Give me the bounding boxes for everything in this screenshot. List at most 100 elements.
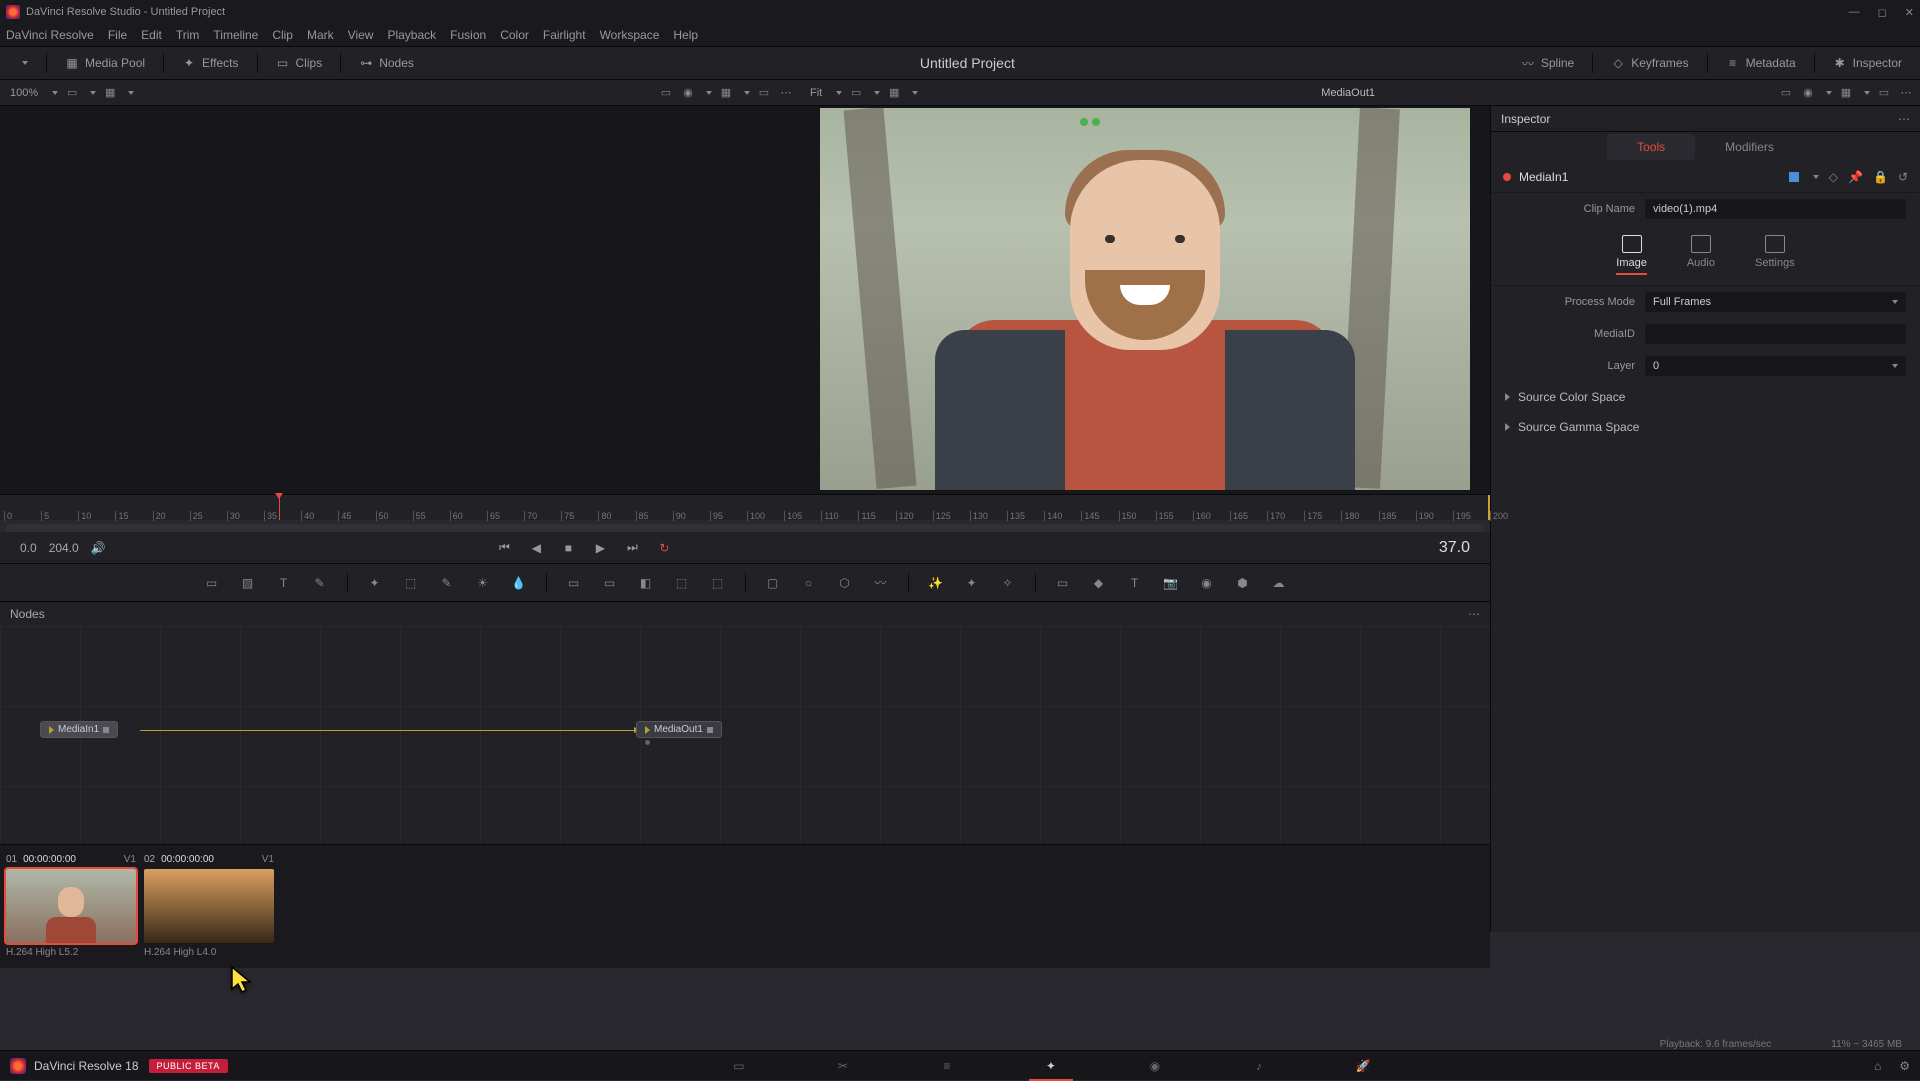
bspline-mask-icon[interactable]: 〰	[872, 574, 890, 592]
inspector-button[interactable]: ✱Inspector	[1823, 52, 1912, 74]
step-back-button[interactable]: ◀	[525, 537, 547, 559]
viewer-right-zoom[interactable]: Fit	[806, 85, 826, 101]
go-last-button[interactable]: ⏭	[621, 537, 643, 559]
end-marker[interactable]	[1488, 495, 1490, 520]
tab-tools[interactable]: Tools	[1607, 134, 1695, 160]
loop-button[interactable]: ↻	[653, 537, 675, 559]
inspector-options-icon[interactable]: ⋯	[1898, 112, 1910, 126]
menu-davinci[interactable]: DaVinci Resolve	[6, 28, 94, 42]
menu-edit[interactable]: Edit	[141, 28, 162, 42]
viewer-right-view-icon[interactable]: ▦	[1838, 85, 1854, 101]
text-tool-icon[interactable]: T	[275, 574, 293, 592]
menu-clip[interactable]: Clip	[272, 28, 293, 42]
viewer-left-grid-icon[interactable]: ▦	[102, 85, 118, 101]
viewer-left-option-icon[interactable]: ▭	[64, 85, 80, 101]
camera-tracker-icon[interactable]: ✎	[438, 574, 456, 592]
node-mediaout1[interactable]: MediaOut1	[636, 721, 722, 738]
menu-file[interactable]: File	[108, 28, 127, 42]
node-output-port-icon[interactable]	[103, 727, 109, 733]
version-icon[interactable]	[1789, 172, 1799, 182]
pin-icon[interactable]: 📌	[1848, 170, 1863, 184]
viewer-left[interactable]	[0, 106, 800, 494]
ellipse-mask-icon[interactable]: ○	[800, 574, 818, 592]
page-color[interactable]: ◉	[1143, 1056, 1167, 1076]
home-icon[interactable]: ⌂	[1874, 1059, 1881, 1073]
source-color-space-toggle[interactable]: Source Color Space	[1491, 382, 1920, 412]
maximize-button[interactable]: ◻	[1878, 6, 1887, 19]
inspector-node-header[interactable]: MediaIn1 ◇ 📌 🔒 ↺	[1491, 162, 1920, 193]
dropdown-button[interactable]	[8, 57, 38, 69]
nodes-graph[interactable]: MediaIn1 MediaOut1	[0, 626, 1490, 844]
blur-tool-icon[interactable]: 💧	[510, 574, 528, 592]
reset-icon[interactable]: ↺	[1898, 170, 1908, 184]
viewer-right-color-icon[interactable]: ◉	[1800, 85, 1816, 101]
resize-tool-icon[interactable]: ⬚	[709, 574, 727, 592]
planar-tool-icon[interactable]: ⬚	[402, 574, 420, 592]
rectangle-mask-icon[interactable]: ▢	[764, 574, 782, 592]
3d-light-tool-icon[interactable]: ◉	[1198, 574, 1216, 592]
brightness-tool-icon[interactable]: ☀	[474, 574, 492, 592]
layer-select[interactable]: 0	[1645, 356, 1906, 376]
clip-item[interactable]: 02 00:00:00:00 V1 H.264 High L4.0	[144, 851, 274, 962]
node-connection[interactable]	[140, 730, 638, 731]
minimize-button[interactable]: —	[1849, 6, 1860, 19]
metadata-button[interactable]: ≡Metadata	[1716, 52, 1806, 74]
matte-tool-icon[interactable]: ◧	[637, 574, 655, 592]
timeline-ruler[interactable]: 0510152025303540455055606570758085909510…	[0, 494, 1490, 520]
particles-tool-icon[interactable]: ✨	[927, 574, 945, 592]
nodes-button[interactable]: ⊶Nodes	[349, 52, 424, 74]
page-edit[interactable]: ≡	[935, 1056, 959, 1076]
viewer-left-single-icon[interactable]: ▭	[756, 85, 772, 101]
go-first-button[interactable]: ⏮	[493, 537, 515, 559]
fastnoise-tool-icon[interactable]: ▨	[239, 574, 257, 592]
menu-mark[interactable]: Mark	[307, 28, 334, 42]
clip-thumbnail[interactable]	[6, 869, 136, 943]
menu-color[interactable]: Color	[500, 28, 529, 42]
viewer-left-zoom[interactable]: 100%	[6, 85, 42, 101]
pemitter-tool-icon[interactable]: ✧	[999, 574, 1017, 592]
polygon-mask-icon[interactable]: ⬡	[836, 574, 854, 592]
3d-image-tool-icon[interactable]: ▭	[1054, 574, 1072, 592]
in-point[interactable]: 0.0	[20, 541, 37, 555]
viewer-right-single-icon[interactable]: ▭	[1876, 85, 1892, 101]
3d-camera-tool-icon[interactable]: 📷	[1162, 574, 1180, 592]
menu-fusion[interactable]: Fusion	[450, 28, 486, 42]
node-input-port-icon[interactable]	[645, 726, 650, 734]
background-tool-icon[interactable]: ▭	[203, 574, 221, 592]
paint-tool-icon[interactable]: ✎	[311, 574, 329, 592]
page-cut[interactable]: ✂	[831, 1056, 855, 1076]
viewer-left-color-icon[interactable]: ◉	[680, 85, 696, 101]
menu-help[interactable]: Help	[673, 28, 698, 42]
menu-timeline[interactable]: Timeline	[213, 28, 258, 42]
node-mediain1[interactable]: MediaIn1	[40, 721, 118, 738]
spline-button[interactable]: 〰Spline	[1511, 52, 1584, 74]
tab-modifiers[interactable]: Modifiers	[1695, 134, 1804, 160]
out-point[interactable]: 204.0	[49, 541, 79, 555]
page-fusion[interactable]: ✦	[1039, 1056, 1063, 1076]
process-mode-select[interactable]: Full Frames	[1645, 292, 1906, 312]
viewer-right[interactable]	[800, 106, 1490, 494]
menu-view[interactable]: View	[348, 28, 374, 42]
clip-name-input[interactable]	[1645, 199, 1906, 219]
cat-image[interactable]: Image	[1616, 235, 1647, 275]
merge-tool-icon[interactable]: ▭	[565, 574, 583, 592]
cat-settings[interactable]: Settings	[1755, 235, 1795, 275]
tracker-tool-icon[interactable]: ✦	[366, 574, 384, 592]
stop-button[interactable]: ■	[557, 537, 579, 559]
viewer-right-option-icon[interactable]: ▭	[848, 85, 864, 101]
mediaid-input[interactable]	[1645, 324, 1906, 344]
cat-audio[interactable]: Audio	[1687, 235, 1715, 275]
node-view-dot-icon[interactable]	[645, 740, 650, 745]
3d-shape-tool-icon[interactable]: ◆	[1090, 574, 1108, 592]
viewer-right-more-icon[interactable]: ⋯	[1898, 85, 1914, 101]
3d-merge-tool-icon[interactable]: ☁	[1270, 574, 1288, 592]
viewer-left-view-icon[interactable]: ▦	[718, 85, 734, 101]
keyframes-button[interactable]: ◇Keyframes	[1601, 52, 1698, 74]
menu-playback[interactable]: Playback	[387, 28, 436, 42]
transform-tool-icon[interactable]: ⬚	[673, 574, 691, 592]
clips-button[interactable]: ▭Clips	[266, 52, 333, 74]
effects-button[interactable]: ✦Effects	[172, 52, 248, 74]
prender-tool-icon[interactable]: ✦	[963, 574, 981, 592]
play-button[interactable]: ▶	[589, 537, 611, 559]
menu-trim[interactable]: Trim	[176, 28, 200, 42]
